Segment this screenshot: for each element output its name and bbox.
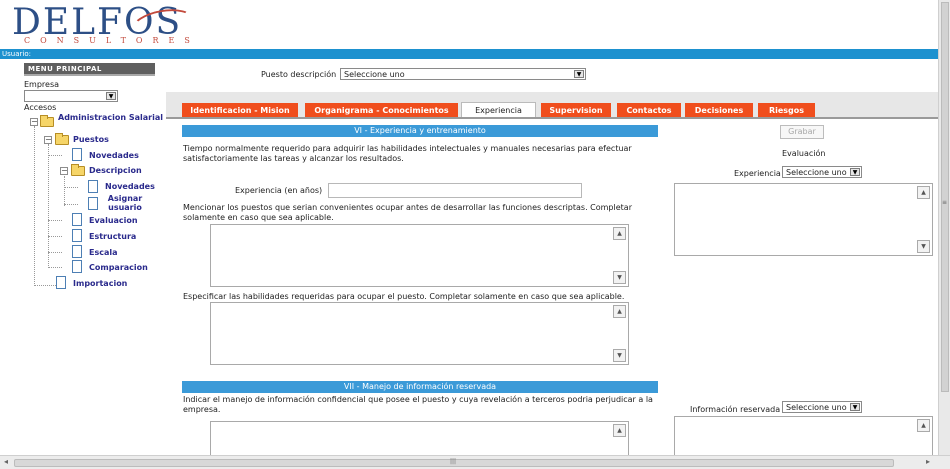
collapse-toggle[interactable]: −	[60, 167, 68, 175]
experiencia-eval-label: Experiencia	[734, 169, 781, 178]
tree-admin-salarial[interactable]: Administracion Salarial	[58, 113, 163, 122]
puesto-select-value: Seleccione uno	[344, 70, 405, 79]
document-icon	[72, 148, 82, 161]
section-vii-header: VII - Manejo de información reservada	[182, 381, 658, 393]
tree-descripcion[interactable]: Descripcion	[89, 166, 142, 175]
chevron-down-icon: ▼	[574, 70, 584, 78]
collapse-toggle[interactable]: −	[44, 136, 52, 144]
tree-line	[48, 155, 62, 156]
evaluacion-label: Evaluación	[782, 149, 826, 158]
empresa-select[interactable]: ▼	[24, 90, 118, 102]
folder-open-icon	[40, 115, 54, 127]
document-icon	[72, 229, 82, 242]
evaluacion-textarea[interactable]: ▲ ▼	[674, 183, 933, 256]
tree-importacion[interactable]: Importacion	[73, 279, 127, 288]
scroll-down-icon[interactable]: ▼	[917, 240, 930, 253]
puestos-textarea[interactable]: ▲ ▼	[210, 224, 629, 287]
experiencia-eval-value: Seleccione uno	[786, 168, 847, 177]
tree-puestos[interactable]: Puestos	[73, 135, 109, 144]
tree-line	[64, 187, 78, 188]
scroll-down-icon[interactable]: ▼	[613, 271, 626, 284]
grip-icon: ≡	[942, 199, 948, 206]
chevron-down-icon: ▼	[850, 168, 860, 176]
experiencia-anos-label: Experiencia (en años)	[235, 186, 323, 195]
document-icon	[88, 197, 98, 210]
info-eval-textarea[interactable]: ▲	[674, 416, 933, 456]
page-horizontal-scrollbar[interactable]: ◂ ||| ▸	[0, 455, 950, 469]
user-label: Usuario:	[2, 50, 31, 58]
scroll-right-icon[interactable]: ▸	[926, 457, 930, 466]
document-icon	[56, 276, 66, 289]
tree-asignar-usuario[interactable]: Asignar usuario	[105, 194, 145, 212]
info-reservada-value: Seleccione uno	[786, 403, 847, 412]
experiencia-eval-select[interactable]: Seleccione uno ▼	[782, 166, 862, 178]
section-vii-text: Indicar el manejo de información confide…	[183, 395, 653, 414]
tab-identificacion[interactable]: Identificacion - Mision	[182, 103, 298, 118]
tree-line	[48, 220, 62, 221]
grabar-button[interactable]: Grabar	[780, 125, 824, 139]
textarea-scrollbar[interactable]: ▲ ▼	[916, 184, 932, 255]
section-vi-header: VI - Experiencia y entrenamiento	[182, 125, 658, 137]
textarea-scrollbar[interactable]: ▲	[916, 417, 932, 455]
scroll-up-icon[interactable]: ▲	[613, 305, 626, 318]
habilidades-textarea[interactable]: ▲ ▼	[210, 302, 629, 365]
tree-line	[48, 252, 62, 253]
puestos-instructions: Mencionar los puestos que serian conveni…	[183, 203, 632, 222]
user-bar: Usuario:	[0, 49, 938, 59]
chevron-down-icon: ▼	[850, 403, 860, 411]
tab-underline	[166, 117, 938, 119]
collapse-toggle[interactable]: −	[30, 118, 38, 126]
scroll-down-icon[interactable]: ▼	[613, 349, 626, 362]
document-icon	[72, 213, 82, 226]
tree-desc-novedades[interactable]: Novedades	[105, 182, 155, 191]
tab-decisiones[interactable]: Decisiones	[685, 103, 753, 118]
info-reservada-select[interactable]: Seleccione uno ▼	[782, 401, 862, 413]
scrollbar-thumb[interactable]	[941, 2, 949, 392]
folder-open-icon	[71, 164, 85, 176]
tree-evaluacion[interactable]: Evaluacion	[89, 216, 138, 225]
tree-estructura[interactable]: Estructura	[89, 232, 136, 241]
habilidades-instructions: Especificar las habilidades requeridas p…	[183, 292, 625, 301]
folder-open-icon	[55, 133, 69, 145]
tab-experiencia[interactable]: Experiencia	[461, 102, 536, 118]
chevron-down-icon: ▼	[106, 92, 116, 100]
document-icon	[88, 180, 98, 193]
grip-icon: |||	[450, 458, 457, 465]
tree-line	[48, 236, 62, 237]
scroll-left-icon[interactable]: ◂	[4, 457, 8, 466]
empresa-label: Empresa	[24, 80, 60, 89]
menu-title-text: MENU PRINCIPAL	[28, 65, 102, 73]
scroll-up-icon[interactable]: ▲	[613, 424, 626, 437]
logo-sub-text: CONSULTORES	[24, 36, 200, 45]
tree-line	[48, 267, 62, 268]
document-icon	[72, 260, 82, 273]
tree-line	[64, 204, 78, 205]
info-reservada-label: Información reservada	[690, 405, 781, 414]
menu-title: MENU PRINCIPAL	[24, 63, 155, 76]
tree-novedades[interactable]: Novedades	[89, 151, 139, 160]
textarea-scrollbar[interactable]: ▲ ▼	[612, 225, 628, 286]
tree-comparacion[interactable]: Comparacion	[89, 263, 148, 272]
page-vertical-scrollbar[interactable]: ≡	[938, 0, 950, 455]
puesto-select[interactable]: Seleccione uno ▼	[340, 68, 586, 80]
tab-contactos[interactable]: Contactos	[617, 103, 681, 118]
textarea-scrollbar[interactable]: ▲ ▼	[612, 303, 628, 364]
experiencia-anos-input[interactable]	[328, 183, 582, 198]
accesos-label: Accesos	[24, 103, 57, 112]
puesto-label: Puesto descripción	[261, 70, 337, 79]
tree-escala[interactable]: Escala	[89, 248, 118, 257]
scroll-up-icon[interactable]: ▲	[917, 186, 930, 199]
scroll-up-icon[interactable]: ▲	[613, 227, 626, 240]
section-vi-intro: Tiempo normalmente requerido para adquir…	[183, 144, 632, 163]
company-logo: DELFOS CONSULTORES	[12, 2, 196, 46]
tree-line	[64, 176, 65, 206]
tree-line	[34, 126, 35, 286]
tab-organigrama[interactable]: Organigrama - Conocimientos	[305, 103, 458, 118]
tree-line	[34, 285, 56, 286]
tab-riesgos[interactable]: Riesgos	[758, 103, 815, 118]
tree-line	[48, 144, 49, 266]
scroll-up-icon[interactable]: ▲	[917, 419, 930, 432]
document-icon	[72, 245, 82, 258]
tab-supervision[interactable]: Supervision	[541, 103, 611, 118]
